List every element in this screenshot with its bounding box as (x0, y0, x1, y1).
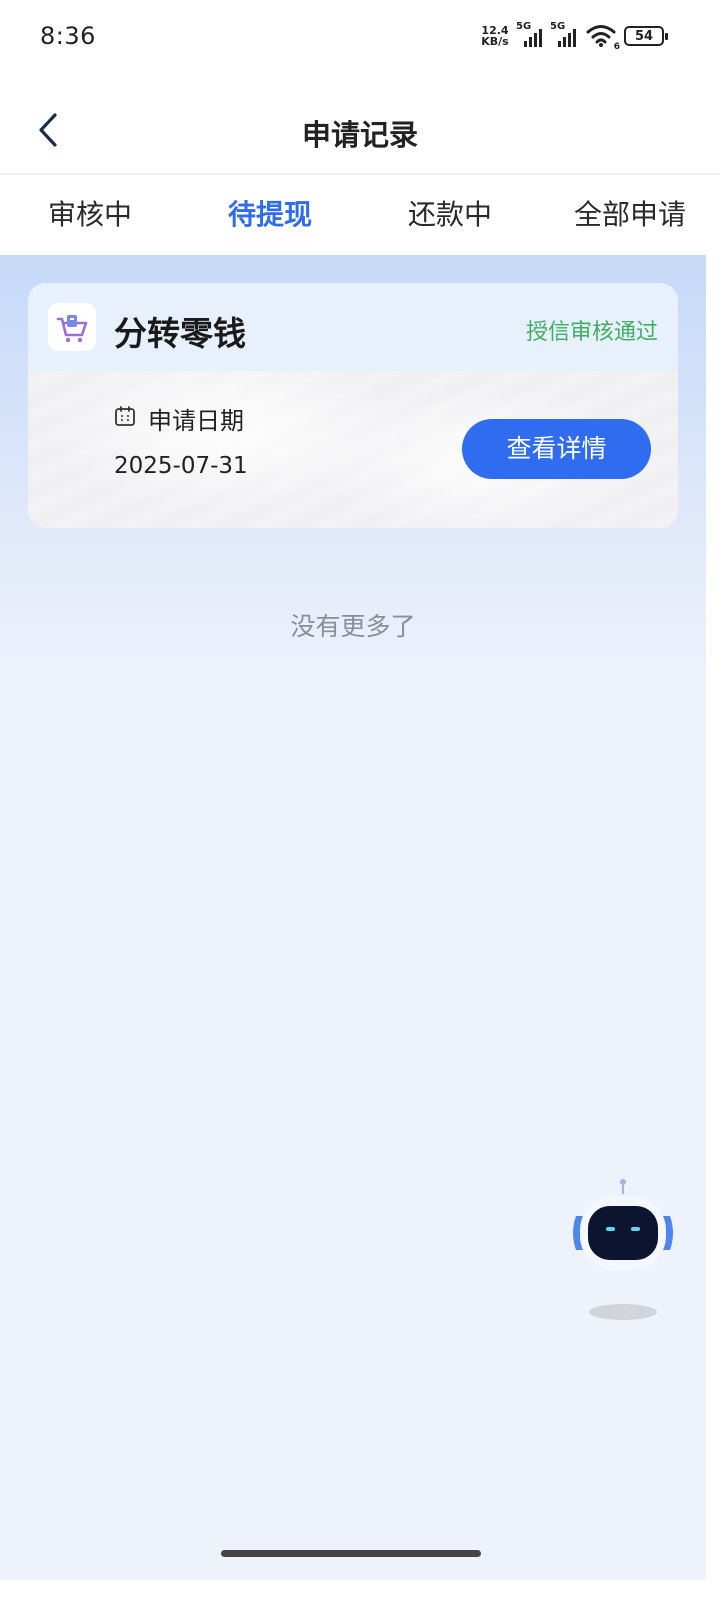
bottom-bar (0, 1580, 720, 1600)
record-card-body: 申请日期 2025-07-31 查看详情 (28, 371, 678, 528)
status-bar: 8:36 12.4 KB/s 5G 5G 6 54 (0, 0, 720, 72)
record-card: 分转零钱 授信审核通过 申请日期 2025-07-31 查看详情 (28, 283, 678, 528)
page-title: 申请记录 (301, 118, 418, 152)
network-speed: 12.4 KB/s (480, 25, 510, 47)
app-logo-icon (48, 303, 96, 351)
assistant-robot-icon[interactable] (568, 1178, 678, 1328)
tab-repaying[interactable]: 还款中 (360, 175, 540, 255)
status-icons: 12.4 KB/s 5G 5G 6 54 (480, 21, 668, 52)
status-badge: 授信审核通过 (525, 320, 658, 345)
network-speed-unit: KB/s (481, 35, 509, 48)
wifi-icon: 6 (586, 24, 620, 52)
apply-date-label: 申请日期 (148, 407, 244, 435)
record-card-header: 分转零钱 授信审核通过 (28, 283, 678, 371)
battery-icon: 54 (624, 26, 668, 46)
tab-bar: 审核中 待提现 还款中 全部申请 (0, 175, 720, 255)
list-end-text: 没有更多了 (290, 612, 416, 641)
nav-header: 申请记录 (0, 72, 720, 174)
signal-icon: 5G (516, 21, 544, 47)
view-details-button[interactable]: 查看详情 (462, 419, 651, 479)
calendar-icon (115, 406, 135, 426)
wifi-label: 6 (613, 42, 620, 52)
tab-reviewing[interactable]: 审核中 (0, 175, 180, 255)
record-list: 分转零钱 授信审核通过 申请日期 2025-07-31 查看详情 没有更多了 (0, 255, 706, 1580)
tab-pending-withdrawal[interactable]: 待提现 (180, 175, 360, 255)
battery-level: 54 (634, 28, 654, 44)
signal-icon-2: 5G (550, 21, 578, 47)
app-name: 分转零钱 (114, 314, 246, 353)
signal-type-label-2: 5G (550, 21, 566, 32)
right-edge-strip (706, 255, 720, 1600)
signal-type-label: 5G (516, 21, 532, 32)
home-indicator[interactable] (221, 1550, 481, 1557)
tab-all-applications[interactable]: 全部申请 (540, 175, 720, 255)
status-time: 8:36 (40, 22, 96, 50)
apply-date-value: 2025-07-31 (114, 453, 248, 479)
